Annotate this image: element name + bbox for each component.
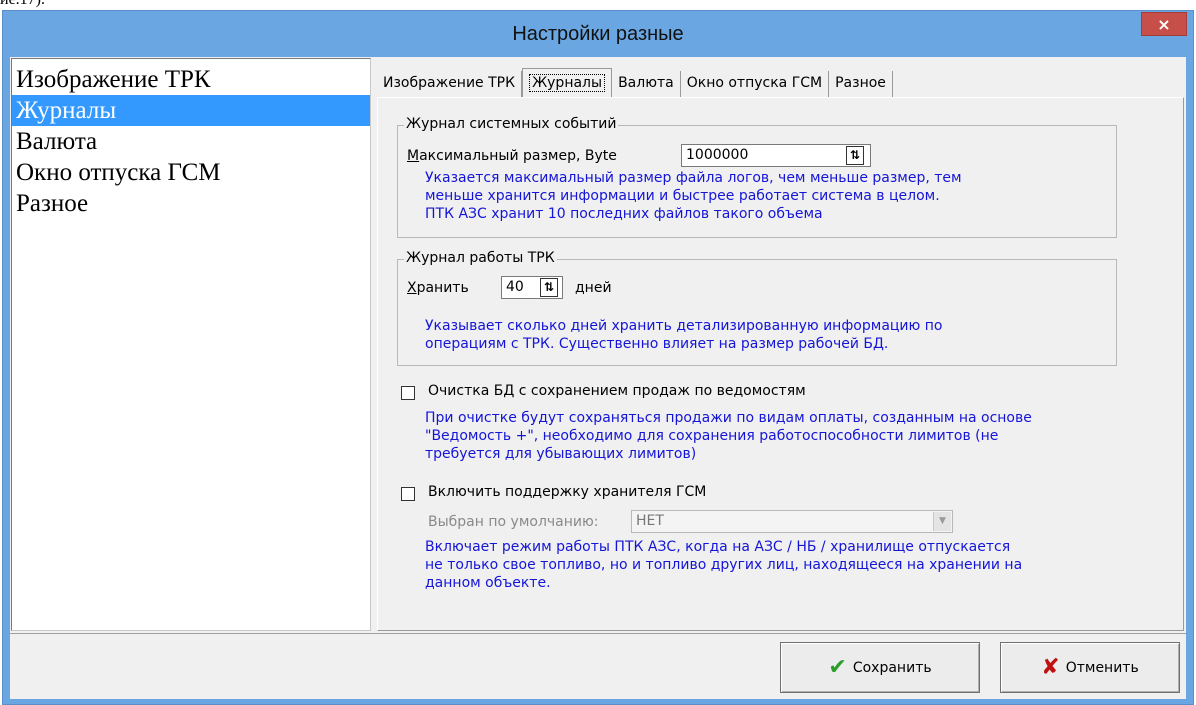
keep-days-label: Хранить xyxy=(407,280,469,296)
tab-misc[interactable]: Разное xyxy=(829,71,893,97)
window-title: Настройки разные xyxy=(512,23,684,45)
settings-category-list[interactable]: Изображение ТРК Журналы Валюта Окно отпу… xyxy=(11,58,371,631)
default-keeper-label: Выбран по умолчанию: xyxy=(428,514,599,530)
tab-journals-label: Журналы xyxy=(529,74,606,92)
cleanup-checkbox[interactable] xyxy=(401,386,415,400)
close-icon: × xyxy=(1157,15,1171,34)
dropdown-arrow-icon: ▼ xyxy=(933,512,951,531)
max-size-value[interactable]: 1000000 xyxy=(686,147,748,163)
tab-journals[interactable]: Журналы xyxy=(522,68,613,98)
checkmark-icon: ✔ xyxy=(828,655,847,680)
system-log-description: Указается максимальный размер файла лого… xyxy=(425,170,962,222)
tab-fuel-window[interactable]: Окно отпуска ГСМ xyxy=(680,71,830,97)
tab-trk-display[interactable]: Изображение ТРК xyxy=(377,71,523,97)
max-size-spinner[interactable]: 1000000 ⇅ xyxy=(681,144,871,167)
tab-currency[interactable]: Валюта xyxy=(612,71,681,97)
dialog-button-bar: ✔ Сохранить ✘ Отменить xyxy=(10,633,1186,699)
trk-log-description: Указывает сколько дней хранить детализир… xyxy=(425,318,943,352)
tab-strip: Изображение ТРК Журналы Валюта Окно отпу… xyxy=(377,68,893,98)
tab-page-journals: Журнал системных событий Максимальный ра… xyxy=(377,97,1184,631)
keep-days-value[interactable]: 40 xyxy=(506,279,524,295)
keep-days-spinner[interactable]: 40 ⇅ xyxy=(501,276,563,299)
dialog-client-area: Изображение ТРК Журналы Валюта Окно отпу… xyxy=(10,57,1186,699)
save-button[interactable]: ✔ Сохранить xyxy=(780,642,980,693)
save-button-label: Сохранить xyxy=(852,659,932,676)
category-item-misc[interactable]: Разное xyxy=(12,188,370,219)
max-size-label: Максимальный размер, Byte xyxy=(407,148,617,164)
system-log-group: Журнал системных событий Максимальный ра… xyxy=(397,116,1117,238)
system-log-group-title: Журнал системных событий xyxy=(404,116,619,132)
storage-label[interactable]: Включить поддержку хранителя ГСМ xyxy=(428,484,706,500)
spin-arrows-icon[interactable]: ⇅ xyxy=(540,278,558,297)
spin-arrows-icon[interactable]: ⇅ xyxy=(846,146,864,165)
cleanup-label[interactable]: Очистка БД с сохранением продаж по ведом… xyxy=(428,383,806,399)
settings-dialog: Настройки разные × Изображение ТРК Журна… xyxy=(2,10,1194,705)
storage-checkbox[interactable] xyxy=(401,487,415,501)
cancel-button[interactable]: ✘ Отменить xyxy=(1000,642,1180,693)
days-unit-label: дней xyxy=(575,280,612,296)
trk-log-group-title: Журнал работы ТРК xyxy=(404,250,557,266)
close-button[interactable]: × xyxy=(1141,12,1187,36)
trk-log-group: Журнал работы ТРК Хранить 40 ⇅ дней Указ… xyxy=(397,250,1117,366)
cancel-button-label: Отменить xyxy=(1065,659,1139,676)
default-keeper-select: НЕТ ▼ xyxy=(631,510,953,533)
default-keeper-value: НЕТ xyxy=(636,513,664,529)
category-item-journals[interactable]: Журналы xyxy=(12,95,370,126)
category-item-trk-display[interactable]: Изображение ТРК xyxy=(12,64,370,95)
storage-description: Включает режим работы ПТК АЗС, когда на … xyxy=(425,539,1023,591)
caption-fragment: ие.17). xyxy=(0,0,45,9)
red-x-icon: ✘ xyxy=(1041,655,1060,680)
title-bar[interactable]: Настройки разные × xyxy=(3,11,1193,57)
cleanup-description: При очистке будут сохраняться продажи по… xyxy=(425,410,1032,462)
category-item-fuel-window[interactable]: Окно отпуска ГСМ xyxy=(12,157,370,188)
category-item-currency[interactable]: Валюта xyxy=(12,126,370,157)
